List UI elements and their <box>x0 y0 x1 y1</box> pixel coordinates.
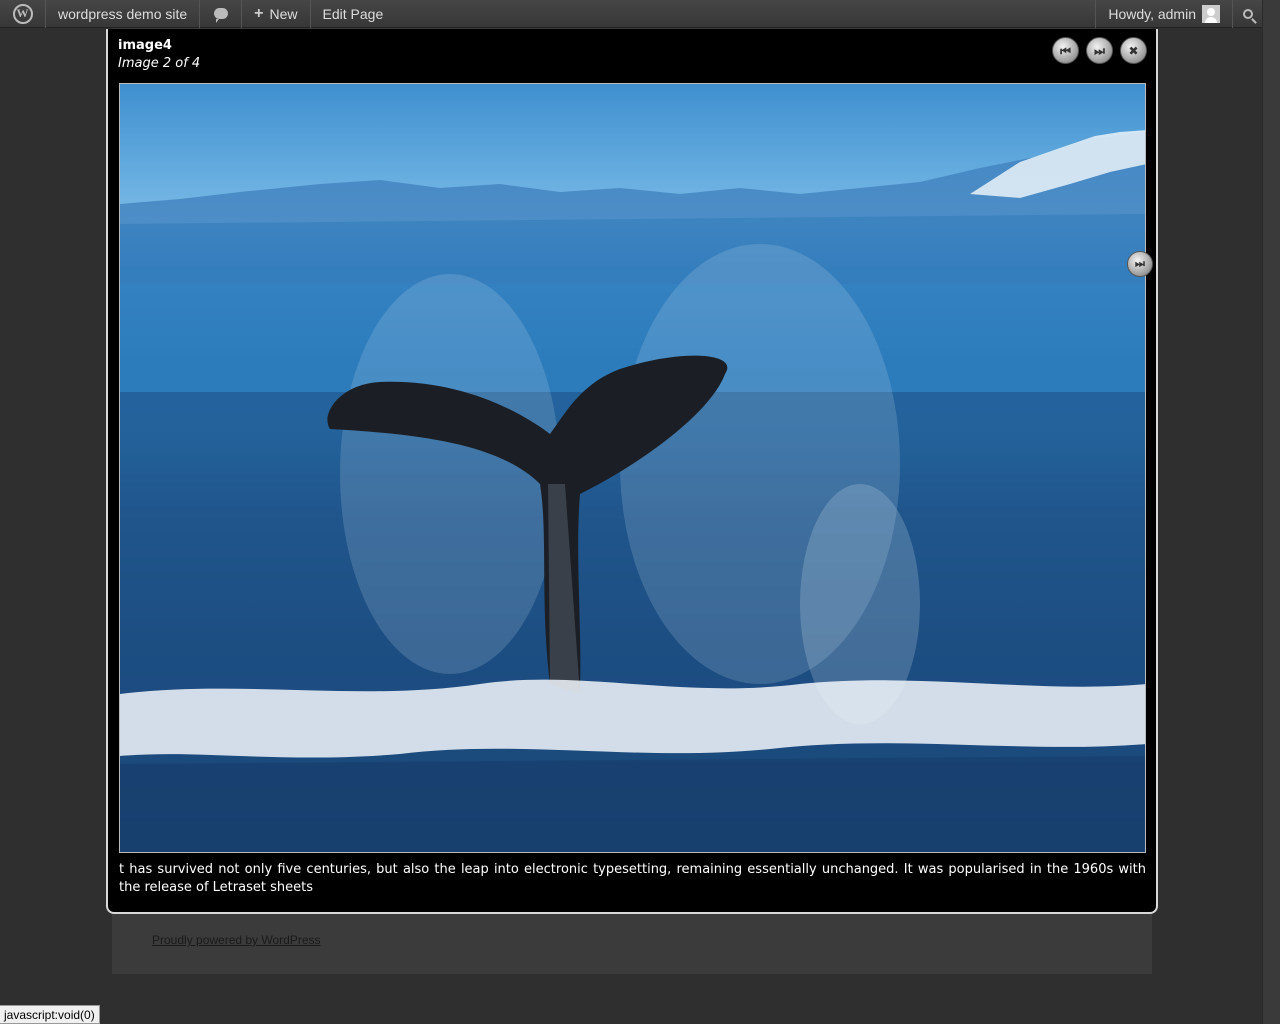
next-button[interactable]: ⏭ <box>1086 37 1113 64</box>
lightbox-caption: t has survived not only five centuries, … <box>119 862 1146 895</box>
side-next-button[interactable]: ⏭ <box>1127 251 1153 277</box>
lightbox-image <box>119 83 1146 853</box>
edit-page-label: Edit Page <box>322 5 384 22</box>
lightbox-counter: Image 2 of 4 <box>118 56 201 71</box>
new-label: New <box>269 5 298 22</box>
wordpress-menu[interactable]: W <box>0 0 46 28</box>
vertical-scrollbar[interactable] <box>1262 0 1280 1024</box>
previous-button[interactable]: ⏮ <box>1052 37 1079 64</box>
whale-tail-photo <box>120 130 1145 852</box>
admin-bar-secondary: Howdy, admin <box>1095 0 1262 28</box>
lightbox-title: image4 <box>118 38 172 53</box>
plus-icon: + <box>254 4 264 22</box>
admin-bar: W wordpress demo site + New Edit Page Ho… <box>0 0 1262 28</box>
search-button[interactable] <box>1232 0 1262 28</box>
site-name-link[interactable]: wordpress demo site <box>46 0 201 28</box>
my-account-menu[interactable]: Howdy, admin <box>1095 0 1232 28</box>
greeting-label: Howdy, admin <box>1108 5 1196 22</box>
lightbox-dialog: image4 Image 2 of 4 ⏮ ⏭ ✖ t has survived… <box>106 29 1158 914</box>
new-content-button[interactable]: + New <box>242 0 311 28</box>
previous-icon: ⏮ <box>1060 43 1071 58</box>
status-text: javascript:void(0) <box>4 1007 95 1022</box>
user-avatar-icon <box>1202 4 1220 23</box>
close-icon: ✖ <box>1128 43 1139 58</box>
close-button[interactable]: ✖ <box>1120 37 1147 64</box>
status-bar: javascript:void(0) <box>0 1005 100 1024</box>
comment-bubble-icon <box>213 8 228 23</box>
edit-page-link[interactable]: Edit Page <box>311 0 396 28</box>
site-name-label: wordpress demo site <box>58 5 188 22</box>
search-icon <box>1242 8 1253 19</box>
powered-by-link[interactable]: Proudly powered by WordPress <box>152 933 321 947</box>
next-icon: ⏭ <box>1094 43 1105 58</box>
wordpress-logo-icon: W <box>12 3 33 24</box>
next-arrow-icon: ⏭ <box>1135 257 1145 270</box>
comments-button[interactable] <box>200 0 243 28</box>
